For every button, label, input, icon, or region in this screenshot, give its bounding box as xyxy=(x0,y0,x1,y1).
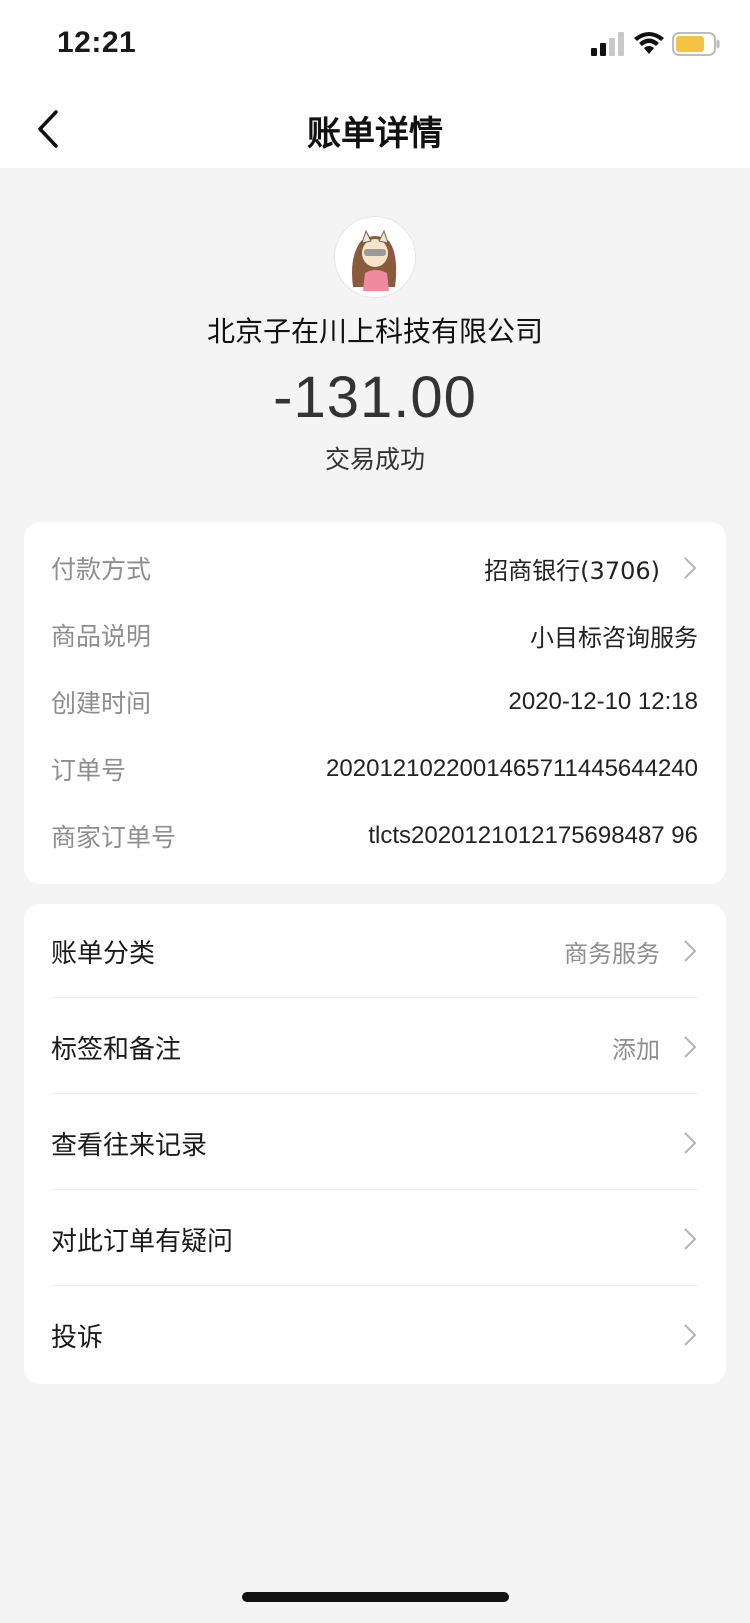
details-card: 付款方式 招商银行(3706) 商品说明 小目标咨询服务 创建时间 2020-1… xyxy=(24,522,726,884)
created-time-label: 创建时间 xyxy=(51,689,152,718)
battery-icon xyxy=(672,32,720,56)
order-no-row: 订单号 2020121022001465711445644240 xyxy=(51,749,698,789)
chevron-right-icon xyxy=(684,940,697,962)
complaint-row[interactable]: 投诉 xyxy=(51,1288,698,1382)
chevron-right-icon xyxy=(684,1324,697,1346)
payment-method-label: 付款方式 xyxy=(51,555,152,584)
home-indicator[interactable] xyxy=(242,1592,509,1602)
status-bar: 12:21 xyxy=(0,0,750,90)
tags-notes-row[interactable]: 标签和备注 添加 xyxy=(51,1000,698,1094)
tags-notes-label: 标签和备注 xyxy=(51,1034,182,1065)
merchant-name: 北京子在川上科技有限公司 xyxy=(206,315,543,348)
wifi-icon xyxy=(634,32,664,54)
merchant-order-no-row: 商家订单号 tlcts2020121012175698487 96 xyxy=(51,816,698,856)
created-time-value: 2020-12-10 12:18 xyxy=(508,688,699,715)
payment-method-value: 招商银行(3706) xyxy=(484,556,660,585)
product-desc-value: 小目标咨询服务 xyxy=(530,624,698,652)
tags-notes-value: 添加 xyxy=(612,1035,660,1064)
chevron-right-icon xyxy=(684,1132,697,1154)
transaction-amount: -131.00 xyxy=(273,365,477,430)
signal-icon xyxy=(591,32,624,56)
status-time: 12:21 xyxy=(57,26,137,59)
history-row[interactable]: 查看往来记录 xyxy=(51,1096,698,1190)
complaint-label: 投诉 xyxy=(51,1322,104,1353)
history-label: 查看往来记录 xyxy=(51,1130,208,1161)
merchant-order-no-label: 商家订单号 xyxy=(51,823,177,852)
actions-card: 账单分类 商务服务 标签和备注 添加 查看往来记录 对此订单有疑问 投诉 xyxy=(24,904,726,1384)
order-no-value: 2020121022001465711445644240 xyxy=(326,755,698,782)
payment-method-row[interactable]: 付款方式 招商银行(3706) xyxy=(51,548,698,588)
bill-category-label: 账单分类 xyxy=(51,938,156,969)
nav-bar: 账单详情 xyxy=(0,90,750,168)
merchant-order-no-value: tlcts2020121012175698487 96 xyxy=(368,822,698,849)
chevron-right-icon xyxy=(684,1036,697,1058)
avatar-illustration xyxy=(335,217,415,297)
order-question-label: 对此订单有疑问 xyxy=(51,1226,234,1257)
bill-category-row[interactable]: 账单分类 商务服务 xyxy=(51,904,698,998)
product-desc-row: 商品说明 小目标咨询服务 xyxy=(51,615,698,655)
merchant-avatar xyxy=(334,216,416,298)
page-title: 账单详情 xyxy=(307,114,443,154)
chevron-right-icon xyxy=(684,557,697,579)
order-no-label: 订单号 xyxy=(51,756,127,785)
product-desc-label: 商品说明 xyxy=(51,622,152,651)
bill-category-value: 商务服务 xyxy=(564,939,660,968)
order-question-row[interactable]: 对此订单有疑问 xyxy=(51,1192,698,1286)
created-time-row: 创建时间 2020-12-10 12:18 xyxy=(51,682,698,722)
transaction-status: 交易成功 xyxy=(324,445,425,474)
chevron-right-icon xyxy=(684,1228,697,1250)
